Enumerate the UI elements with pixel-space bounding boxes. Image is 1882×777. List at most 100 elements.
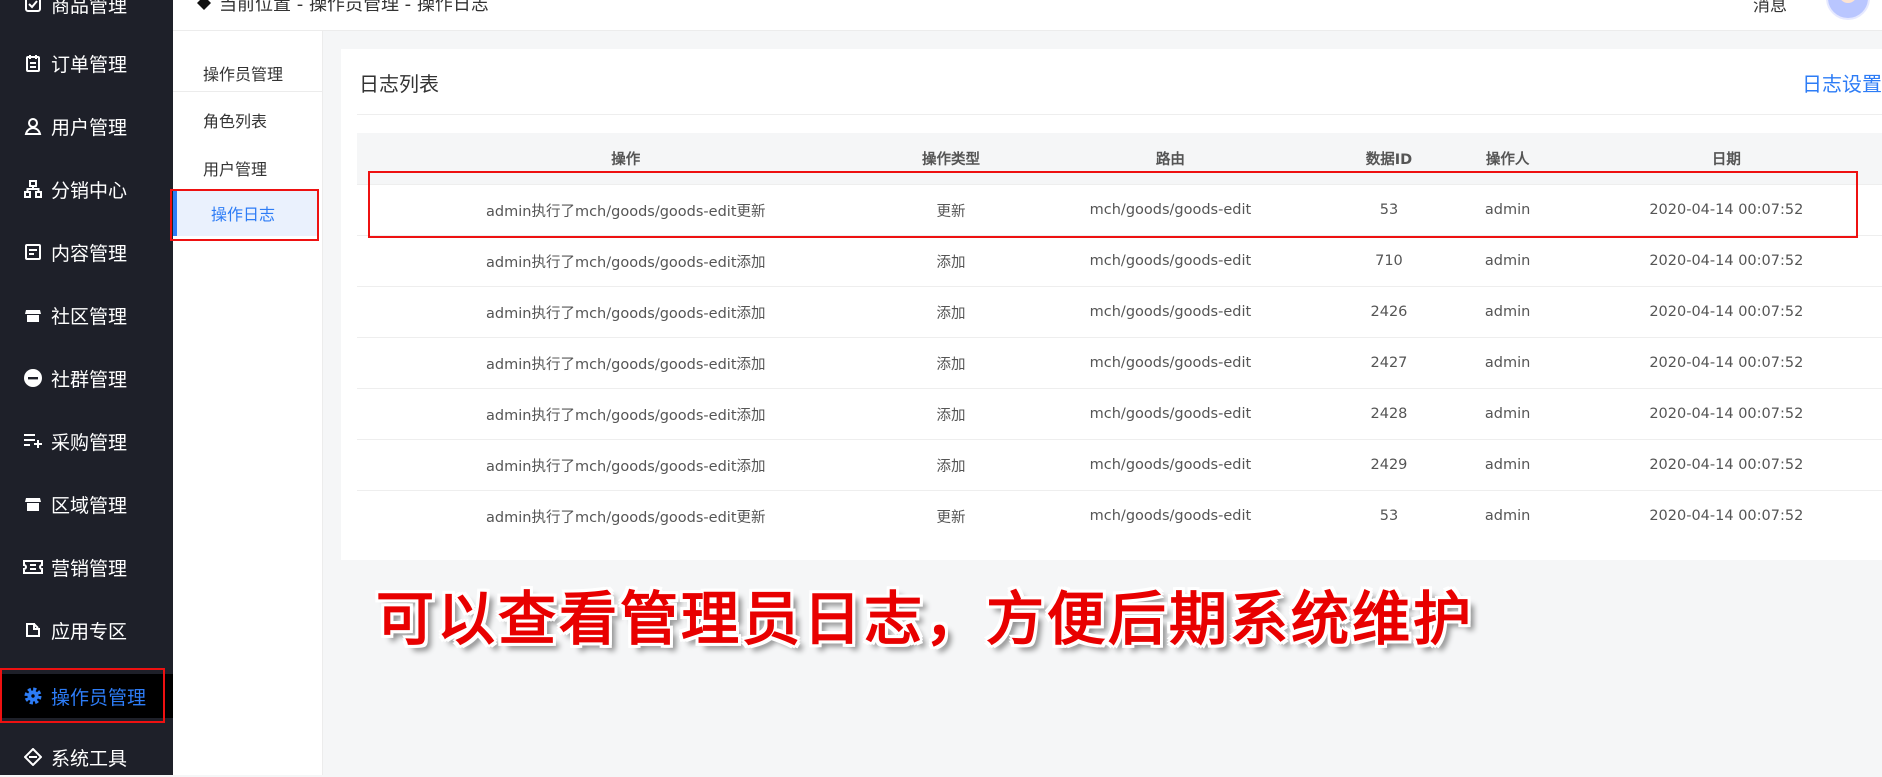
cell-route: mch/goods/goods-edit: [1007, 337, 1334, 389]
sidebar-item-label: 营销管理: [51, 557, 128, 580]
gear-icon: [22, 685, 44, 707]
avatar[interactable]: [1826, 0, 1870, 20]
cell-operation: admin执行了mch/goods/goods-edit添加: [357, 388, 895, 440]
user-icon: [22, 115, 44, 137]
cell-operation: admin执行了mch/goods/goods-edit添加: [357, 235, 895, 287]
sidebar-item-distribution[interactable]: 分销中心: [0, 169, 173, 209]
table-row: admin执行了mch/goods/goods-edit添加 添加 mch/go…: [357, 286, 1882, 338]
purchase-icon: [22, 430, 44, 452]
cell-date: 2020-04-14 00:07:52: [1570, 490, 1882, 541]
cell-route: mch/goods/goods-edit: [1007, 286, 1334, 338]
sidebar-item-label: 用户管理: [51, 116, 128, 139]
cell-data-id: 2428: [1333, 388, 1445, 440]
sidebar-item-label: 区域管理: [51, 494, 128, 517]
log-list-card: 日志列表 日志设置 操作 操作类型 路由 数据ID 操作人 日期 admin执行…: [341, 49, 1882, 560]
cell-data-id: 2429: [1333, 439, 1445, 491]
sidebar-item-apps[interactable]: 应用专区: [0, 610, 173, 650]
sidebar-item-label: 内容管理: [51, 242, 128, 265]
group-icon: [22, 367, 44, 389]
sidebar-item-goods[interactable]: 商品管理: [0, 0, 173, 24]
marketing-icon: [22, 556, 44, 578]
cell-operation: admin执行了mch/goods/goods-edit添加: [357, 439, 895, 491]
column-header-data-id: 数据ID: [1333, 133, 1445, 185]
cell-date: 2020-04-14 00:07:52: [1570, 439, 1882, 491]
cell-route: mch/goods/goods-edit: [1007, 490, 1334, 541]
submenu-item-users[interactable]: 用户管理: [203, 156, 267, 180]
cell-data-id: 710: [1333, 235, 1445, 287]
log-settings-link[interactable]: 日志设置: [1802, 68, 1882, 97]
divider: [173, 91, 322, 92]
cell-data-id: 2427: [1333, 337, 1445, 389]
breadcrumb: 当前位置 - 操作员管理 - 操作日志: [197, 0, 489, 16]
sidebar-item-marketing[interactable]: 营销管理: [0, 547, 173, 587]
top-bar: 当前位置 - 操作员管理 - 操作日志 消息: [173, 0, 1882, 31]
cell-type: 更新: [894, 490, 1008, 541]
cell-date: 2020-04-14 00:07:52: [1570, 235, 1882, 287]
community-icon: [22, 304, 44, 326]
cell-operator: admin: [1444, 235, 1571, 287]
cell-date: 2020-04-14 00:07:52: [1570, 388, 1882, 440]
cell-type: 添加: [894, 439, 1008, 491]
submenu-item-roles[interactable]: 角色列表: [203, 108, 267, 132]
main-sidebar: 商品管理 订单管理 用户管理 分销中心 内容管理 社区管理 社群管理 采购管理 …: [0, 0, 173, 775]
sidebar-item-label: 采购管理: [51, 431, 128, 454]
sidebar-item-label: 应用专区: [51, 620, 128, 643]
cell-operator: admin: [1444, 439, 1571, 491]
region-icon: [22, 493, 44, 515]
cell-operation: admin执行了mch/goods/goods-edit更新: [357, 490, 895, 541]
cell-operator: admin: [1444, 286, 1571, 338]
cell-route: mch/goods/goods-edit: [1007, 439, 1334, 491]
sidebar-item-label: 系统工具: [51, 747, 128, 770]
sidebar-item-label: 分销中心: [51, 179, 128, 202]
column-header-operator: 操作人: [1444, 133, 1571, 185]
sidebar-item-tools[interactable]: 系统工具: [0, 737, 173, 777]
cell-operation: admin执行了mch/goods/goods-edit添加: [357, 286, 895, 338]
cell-route: mch/goods/goods-edit: [1007, 388, 1334, 440]
cell-type: 更新: [894, 184, 1008, 236]
column-header-date: 日期: [1570, 133, 1882, 185]
sidebar-item-purchase[interactable]: 采购管理: [0, 421, 173, 461]
column-header-type: 操作类型: [894, 133, 1008, 185]
cell-data-id: 53: [1333, 490, 1445, 541]
apps-icon: [22, 619, 44, 641]
distribution-icon: [22, 178, 44, 200]
divider: [357, 114, 1882, 115]
cell-data-id: 53: [1333, 184, 1445, 236]
cell-operator: admin: [1444, 490, 1571, 541]
column-header-route: 路由: [1007, 133, 1334, 185]
goods-icon: [22, 0, 44, 15]
table-row: admin执行了mch/goods/goods-edit更新 更新 mch/go…: [357, 490, 1882, 541]
cell-type: 添加: [894, 337, 1008, 389]
sidebar-item-operator[interactable]: 操作员管理: [0, 674, 173, 718]
sidebar-item-label: 社区管理: [51, 305, 128, 328]
sidebar-item-label: 操作员管理: [51, 686, 147, 709]
sidebar-item-label: 商品管理: [51, 0, 128, 17]
sidebar-item-community[interactable]: 社区管理: [0, 295, 173, 335]
table-row: admin执行了mch/goods/goods-edit添加 添加 mch/go…: [357, 439, 1882, 491]
submenu-item-operation-log[interactable]: 操作日志: [173, 190, 318, 236]
sidebar-item-users[interactable]: 用户管理: [0, 106, 173, 146]
sidebar-item-orders[interactable]: 订单管理: [0, 43, 173, 83]
sidebar-item-region[interactable]: 区域管理: [0, 484, 173, 524]
page-title: 日志列表: [359, 72, 439, 96]
sidebar-item-content[interactable]: 内容管理: [0, 232, 173, 272]
cell-type: 添加: [894, 235, 1008, 287]
table-row: admin执行了mch/goods/goods-edit更新 更新 mch/go…: [357, 184, 1882, 236]
sidebar-item-label: 社群管理: [51, 368, 128, 391]
message-link[interactable]: 消息: [1753, 0, 1787, 16]
cell-operator: admin: [1444, 388, 1571, 440]
cell-type: 添加: [894, 286, 1008, 338]
sidebar-item-groups[interactable]: 社群管理: [0, 358, 173, 398]
cell-operator: admin: [1444, 184, 1571, 236]
cell-operator: admin: [1444, 337, 1571, 389]
cell-date: 2020-04-14 00:07:52: [1570, 337, 1882, 389]
column-header-operation: 操作: [357, 133, 895, 185]
cell-route: mch/goods/goods-edit: [1007, 184, 1334, 236]
caption-text: 可以查看管理员日志，方便后期系统维护: [376, 585, 1475, 653]
table-row: admin执行了mch/goods/goods-edit添加 添加 mch/go…: [357, 337, 1882, 389]
cell-type: 添加: [894, 388, 1008, 440]
cell-route: mch/goods/goods-edit: [1007, 235, 1334, 287]
table-header-row: 操作 操作类型 路由 数据ID 操作人 日期: [357, 133, 1882, 185]
sidebar-item-label: 订单管理: [51, 53, 128, 76]
cell-data-id: 2426: [1333, 286, 1445, 338]
